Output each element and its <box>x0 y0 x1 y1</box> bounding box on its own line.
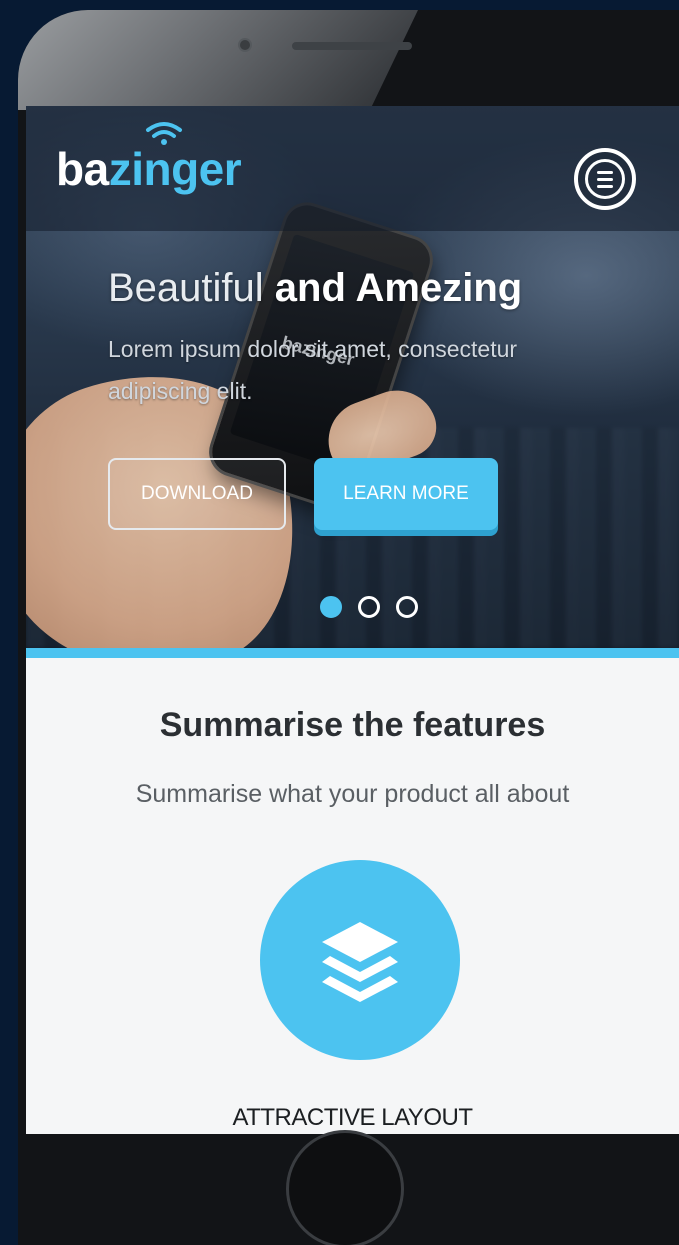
earpiece-speaker <box>292 42 412 50</box>
hero-title: Beautiful and Amezing <box>108 266 522 311</box>
slider-dot-1[interactable] <box>320 596 342 618</box>
feature-icon-circle <box>260 860 460 1060</box>
phone-frame: bazinger bazinger Beautiful and Amezing … <box>18 10 679 1245</box>
front-camera <box>238 38 252 52</box>
hero-title-bold: and Amezing <box>274 266 523 310</box>
stage: bazinger bazinger Beautiful and Amezing … <box>0 0 679 1245</box>
download-button[interactable]: DOWNLOAD <box>108 458 286 530</box>
hero-section: bazinger bazinger Beautiful and Amezing … <box>26 106 679 648</box>
feature-label: ATTRACTIVE LAYOUT <box>232 1104 473 1131</box>
phone-glare <box>18 10 418 110</box>
slider-dots <box>320 596 418 618</box>
features-subtitle: Summarise what your product all about <box>135 780 570 808</box>
brand-logo-part1: ba <box>56 143 109 195</box>
features-section: Summarise the features Summarise what yo… <box>26 658 679 1134</box>
hamburger-menu-icon <box>585 159 625 199</box>
hero-subtitle: Lorem ipsum dolor sit amet, consectetur … <box>108 336 518 404</box>
slider-dot-3[interactable] <box>396 596 418 618</box>
home-button[interactable] <box>286 1130 404 1245</box>
features-title: Summarise the features <box>159 706 546 744</box>
phone-screen: bazinger bazinger Beautiful and Amezing … <box>26 106 679 1134</box>
hero-title-light: Beautiful <box>108 266 275 310</box>
slider-dot-2[interactable] <box>358 596 380 618</box>
hero-accent-stripe <box>26 648 679 658</box>
top-navbar: bazinger <box>26 106 679 231</box>
learn-more-button[interactable]: LEARN MORE <box>314 458 498 530</box>
layers-icon <box>322 922 398 1002</box>
brand-logo-part2: zinger <box>108 143 242 195</box>
menu-button[interactable] <box>574 148 636 210</box>
brand-logo[interactable]: bazinger <box>56 143 242 195</box>
